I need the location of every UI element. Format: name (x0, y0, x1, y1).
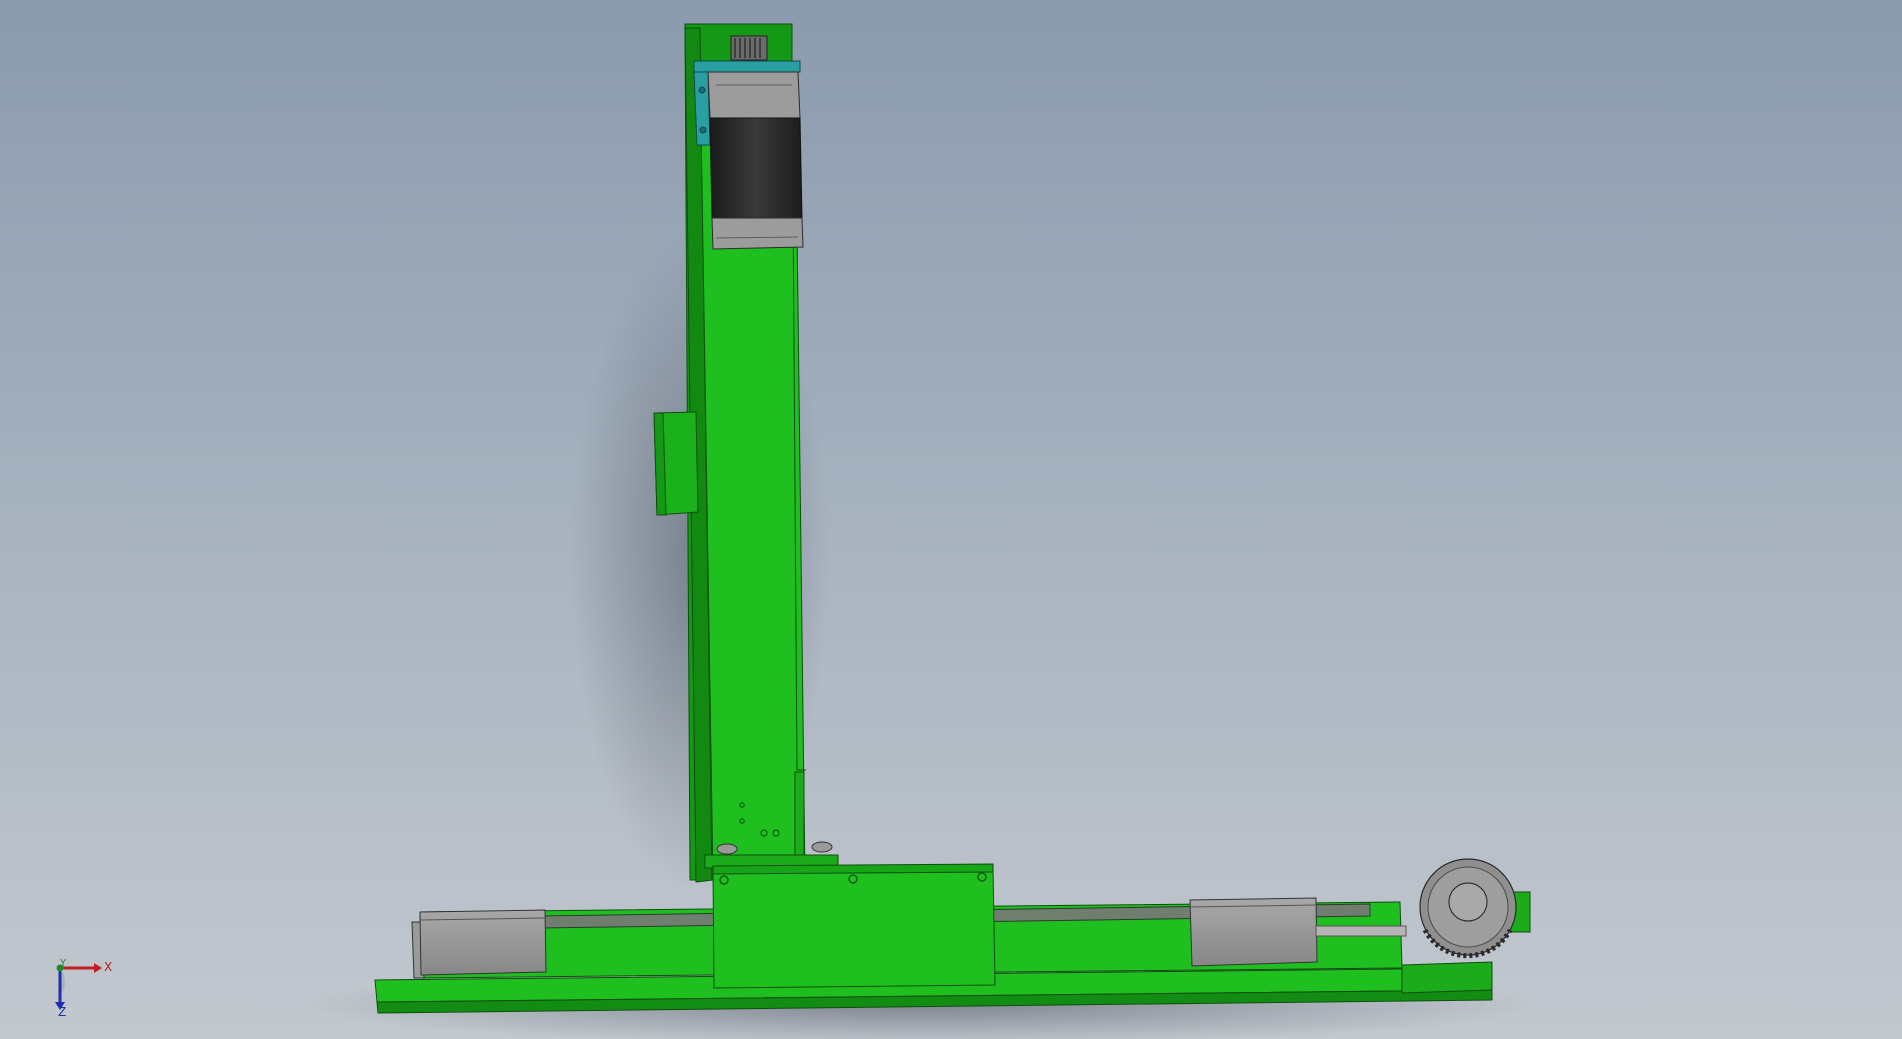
graphics-viewport[interactable]: X Y Z (0, 0, 1902, 1039)
column-lower-plate (794, 771, 805, 858)
motor-bottom-cap (711, 217, 804, 250)
motor-mount-bracket (693, 71, 711, 146)
motor-top-cap (707, 71, 801, 119)
mount-screw (699, 126, 707, 134)
axis-triad: X Y Z (52, 958, 122, 1020)
carriage-front-block (712, 865, 996, 989)
x-axis-label: X (104, 960, 113, 974)
pulley-hub (1448, 882, 1488, 922)
belt-pulley[interactable] (1419, 858, 1531, 959)
y-axis-label: Y (60, 958, 67, 969)
plate-boss (811, 841, 833, 853)
plate-boss (716, 843, 738, 855)
z-axis-label: Z (58, 1005, 67, 1019)
right-end-bracket (1401, 961, 1493, 994)
mount-screw (698, 86, 706, 94)
carriage-top-lip (712, 863, 994, 875)
motor-body (709, 117, 803, 219)
motor-mount-plate (693, 60, 801, 73)
carriage-plate[interactable] (704, 841, 996, 989)
right-carriage-block[interactable] (1189, 897, 1318, 967)
drive-shaft (1315, 925, 1407, 937)
cad-model[interactable] (0, 0, 1902, 1039)
x-axis-arrowhead (94, 963, 102, 973)
motor-pulley (730, 35, 768, 61)
